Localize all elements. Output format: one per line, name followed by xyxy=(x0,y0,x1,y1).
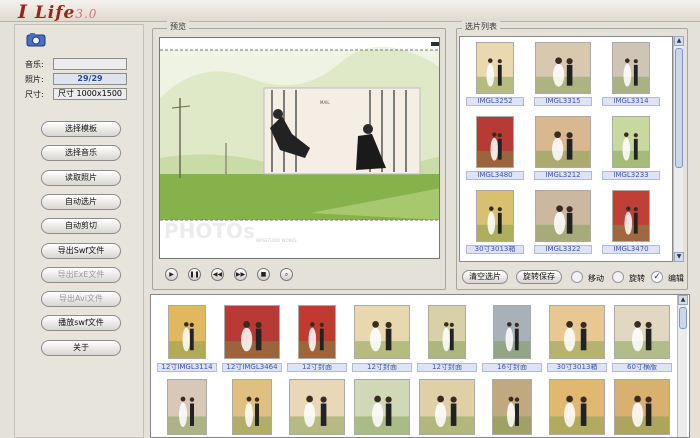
strip-thumbnail[interactable] xyxy=(167,379,207,435)
rotate-label: 旋转 xyxy=(629,274,645,283)
left-panel: 音乐: 照片: 29/29 尺寸: 尺寸 1000x1500 选择模板选择音乐读… xyxy=(14,24,144,438)
left-button-7[interactable]: 导出Avi文件 xyxy=(41,291,121,308)
piclist-thumbnail[interactable] xyxy=(612,42,650,94)
piclist-caption: IMGL3252 xyxy=(466,97,524,106)
edit-label: 编辑 xyxy=(668,274,684,283)
preview-canvas: MAIL PHOTOs WPSSTUDIO WORKS xyxy=(159,37,440,259)
left-button-8[interactable]: 播放swf文件 xyxy=(41,315,121,332)
piclist-thumbnail[interactable] xyxy=(535,42,591,94)
strip-scrollbar[interactable]: ▲ xyxy=(677,295,688,437)
strip-thumbnail[interactable] xyxy=(493,305,531,359)
piclist-caption: IMGL3470 xyxy=(602,245,660,254)
left-button-1[interactable]: 选择音乐 xyxy=(41,145,121,162)
app-logo: I Life3.0 xyxy=(18,1,98,23)
edit-checkbox[interactable]: ✓ xyxy=(651,271,663,283)
strip-scroll-up-icon[interactable]: ▲ xyxy=(678,295,688,305)
piclist-caption: IMGL3315 xyxy=(534,97,592,106)
strip-caption: 12寸IMGL3464 xyxy=(222,363,282,372)
strip-caption: 60寸横版 xyxy=(612,363,672,372)
strip-thumbnail[interactable] xyxy=(549,305,605,359)
forward-icon[interactable]: ▶▶ xyxy=(234,268,247,281)
rewind-icon[interactable]: ◀◀ xyxy=(211,268,224,281)
strip-thumbnail[interactable] xyxy=(298,305,336,359)
piclist-thumbnail[interactable] xyxy=(476,42,514,94)
left-button-3[interactable]: 自动选片 xyxy=(41,193,121,210)
strip-caption: 12寸封面 xyxy=(417,363,477,372)
strip-caption: 12寸封面 xyxy=(287,363,347,372)
piclist-thumbnail[interactable] xyxy=(612,116,650,168)
move-radio[interactable] xyxy=(571,271,583,283)
strip-thumbnail[interactable] xyxy=(549,379,605,435)
size-value: 尺寸 1000x1500 xyxy=(53,88,127,100)
piclist-title: 选片列表 xyxy=(462,21,500,32)
piclist-caption: IMGL3314 xyxy=(602,97,660,106)
piclist-thumbnail[interactable] xyxy=(476,190,514,242)
strip-thumbnail[interactable] xyxy=(614,305,670,359)
photo-strip[interactable]: 12寸IMGL3114 12寸IMGL3464 12寸封面 12寸封面 12寸封面 16寸… xyxy=(150,294,690,438)
title-bar xyxy=(0,0,700,22)
strip-thumbnail[interactable] xyxy=(224,305,280,359)
strip-thumbnail[interactable] xyxy=(232,379,272,435)
strip-thumbnail[interactable] xyxy=(168,305,206,359)
rotate-radio[interactable] xyxy=(612,271,624,283)
rotate-save-button[interactable]: 旋转保存 xyxy=(516,270,562,284)
camera-icon xyxy=(25,31,49,47)
strip-thumbnail[interactable] xyxy=(614,379,670,435)
piclist-caption: IMGL3212 xyxy=(534,171,592,180)
preview-watermark-sub: WPSSTUDIO WORKS xyxy=(256,238,297,243)
preview-watermark: PHOTOs xyxy=(164,219,255,243)
piclist-thumbnail[interactable] xyxy=(535,116,591,168)
strip-thumbnail[interactable] xyxy=(419,379,475,435)
photos-label: 照片: xyxy=(25,75,44,84)
left-button-6[interactable]: 导出ExE文件 xyxy=(41,266,121,283)
left-button-0[interactable]: 选择模板 xyxy=(41,121,121,137)
music-label: 音乐: xyxy=(25,60,44,69)
left-button-5[interactable]: 导出Swf文件 xyxy=(41,242,121,259)
scroll-down-icon[interactable]: ▼ xyxy=(674,252,684,262)
stop-icon[interactable]: ■ xyxy=(257,268,270,281)
left-button-9[interactable]: 关于 xyxy=(41,339,121,356)
piclist-scrollbar[interactable]: ▲ ▼ xyxy=(673,36,684,262)
strip-caption: 16寸封面 xyxy=(482,363,542,372)
strip-scroll-thumb[interactable] xyxy=(679,307,687,329)
preview-logo-text: MAIL xyxy=(320,100,330,105)
strip-caption: 30寸3013箱 xyxy=(547,363,607,372)
piclist-thumbnail[interactable] xyxy=(535,190,591,242)
move-label: 移动 xyxy=(588,274,604,283)
strip-thumbnail[interactable] xyxy=(354,305,410,359)
left-button-4[interactable]: 自动剪切 xyxy=(41,218,121,235)
left-button-2[interactable]: 读取照片 xyxy=(41,169,121,186)
strip-thumbnail[interactable] xyxy=(354,379,410,435)
preview-title: 预览 xyxy=(167,21,189,32)
piclist-caption: IMGL3322 xyxy=(534,245,592,254)
piclist-thumbnail[interactable] xyxy=(476,116,514,168)
strip-thumbnail[interactable] xyxy=(428,305,466,359)
scroll-thumb[interactable] xyxy=(675,48,683,168)
photos-count: 29/29 xyxy=(53,73,127,85)
clear-selection-button[interactable]: 清空选片 xyxy=(462,270,508,284)
music-field xyxy=(53,58,127,70)
play-icon[interactable]: ▶ xyxy=(165,268,178,281)
preview-image: MAIL PHOTOs WPSSTUDIO WORKS xyxy=(160,38,439,258)
pause-icon[interactable]: ❚❚ xyxy=(188,268,201,281)
zoom-icon[interactable]: ⌕ xyxy=(280,268,293,281)
piclist-caption: IMGL3233 xyxy=(602,171,660,180)
strip-caption: 12寸IMGL3114 xyxy=(157,363,217,372)
strip-thumbnail[interactable] xyxy=(289,379,345,435)
strip-caption: 12寸封面 xyxy=(352,363,412,372)
strip-thumbnail[interactable] xyxy=(492,379,532,435)
piclist-caption: IMGL3480 xyxy=(466,171,524,180)
size-label: 尺寸: xyxy=(25,90,44,99)
piclist-caption: 30寸3013箱 xyxy=(466,245,524,254)
piclist-thumbnail[interactable] xyxy=(612,190,650,242)
scroll-up-icon[interactable]: ▲ xyxy=(674,36,684,46)
